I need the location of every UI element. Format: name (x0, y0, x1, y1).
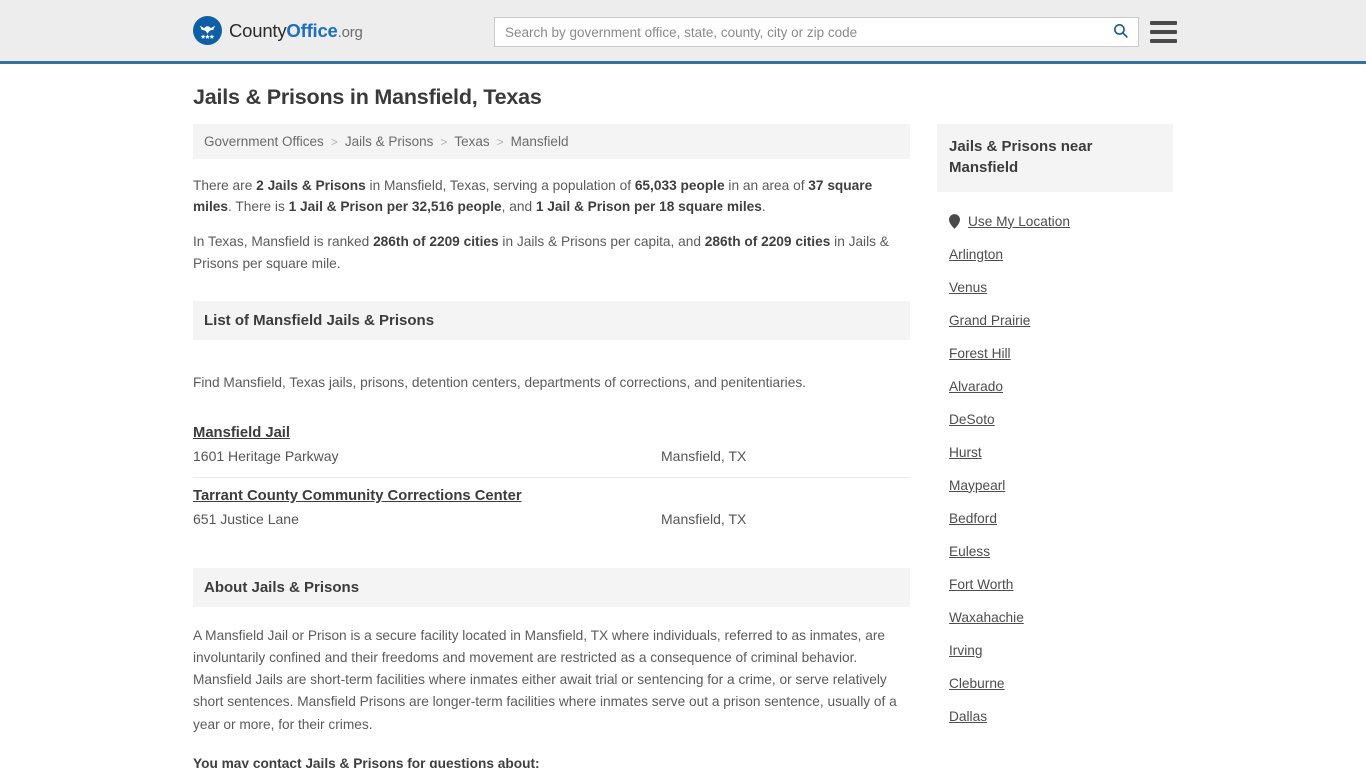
map-pin-icon (949, 213, 960, 229)
sidebar-item-label[interactable]: Grand Prairie (949, 313, 1030, 328)
search-bar[interactable] (494, 17, 1139, 47)
listing-address: 1601 Heritage Parkway (193, 447, 339, 464)
brand-text-county: County (229, 19, 287, 41)
brand-text-org: .org (337, 23, 363, 41)
listing-address: 651 Justice Lane (193, 510, 299, 527)
about-section-heading: About Jails & Prisons (193, 567, 910, 607)
stat-value: 1 Jail & Prison per 18 square miles (535, 199, 762, 215)
sidebar-item-label[interactable]: Irving (949, 643, 982, 658)
menu-bar-3 (1150, 39, 1177, 43)
intro-paragraph-2: In Texas, Mansfield is ranked 286th of 2… (193, 231, 910, 273)
intro-statistics: There are 2 Jails & Prisons in Mansfield… (193, 159, 910, 292)
stat-value: 286th of 2209 cities (704, 234, 831, 250)
sidebar-item-label[interactable]: Maypearl (949, 478, 1005, 493)
sidebar-item-irving[interactable]: Irving (937, 634, 1173, 667)
stat-text: , and (501, 199, 536, 215)
eagle-stars-emblem-icon (193, 16, 222, 45)
page-body: Jails & Prisons in Mansfield, Texas Gove… (0, 64, 1366, 768)
stat-text: in Mansfield, Texas, serving a populatio… (365, 178, 635, 193)
breadcrumb-item-3[interactable]: Texas (454, 134, 489, 149)
sidebar-item-label[interactable]: Use My Location (968, 214, 1070, 229)
site-header: CountyOffice.org (0, 0, 1366, 64)
stat-value: 1 Jail & Prison per 32,516 people (288, 199, 502, 215)
sidebar-item-hurst[interactable]: Hurst (937, 436, 1173, 469)
sidebar-item-label[interactable]: Euless (949, 544, 990, 559)
listing-name-link[interactable]: Tarrant County Community Corrections Cen… (193, 488, 522, 504)
stat-text: There are (193, 178, 257, 193)
sidebar-nearby-list: Use My Location Arlington Venus Grand Prair… (937, 192, 1173, 733)
sidebar-item-label[interactable]: Dallas (949, 709, 987, 724)
sidebar-item-label[interactable]: Waxahachie (949, 610, 1024, 625)
stat-value: 65,033 people (634, 178, 725, 193)
sidebar-item-label[interactable]: Bedford (949, 511, 997, 526)
stat-text: . (761, 199, 766, 215)
breadcrumb: Government Offices > Jails & Prisons > Texas… (193, 124, 910, 159)
brand-text-office: Office (286, 19, 338, 41)
sidebar-item-label[interactable]: Hurst (949, 445, 982, 460)
breadcrumb-item-2[interactable]: Jails & Prisons (345, 134, 434, 149)
sidebar-heading: Jails & Prisons near Mansfield (937, 124, 1173, 192)
sidebar-item-label[interactable]: Forest Hill (949, 346, 1011, 361)
sidebar-item-label[interactable]: DeSoto (949, 412, 995, 427)
stat-text: . There is (228, 199, 289, 215)
main-column: Jails & Prisons in Mansfield, Texas Gove… (193, 85, 910, 768)
listings-container: Mansfield Jail 1601 Heritage Parkway Mansf… (193, 415, 910, 540)
sidebar-item-fort-worth[interactable]: Fort Worth (937, 568, 1173, 601)
about-paragraph: A Mansfield Jail or Prison is a secure f… (193, 627, 897, 732)
list-section-heading: List of Mansfield Jails & Prisons (193, 300, 910, 340)
stat-value: 286th of 2209 cities (373, 234, 499, 250)
listing-name-link[interactable]: Mansfield Jail (193, 425, 290, 441)
sidebar-item-label[interactable]: Fort Worth (949, 577, 1013, 592)
sidebar-item-desoto[interactable]: DeSoto (937, 403, 1173, 436)
breadcrumb-separator: > (440, 134, 448, 149)
breadcrumb-separator: > (496, 134, 504, 149)
sidebar: Jails & Prisons near Mansfield Use My Lo… (937, 85, 1173, 768)
sidebar-item-alvarado[interactable]: Alvarado (937, 370, 1173, 403)
listing-city-state: Mansfield, TX (661, 510, 747, 527)
hamburger-menu-icon[interactable] (1150, 18, 1177, 46)
listing-item: Mansfield Jail 1601 Heritage Parkway Mansf… (193, 415, 910, 478)
sidebar-item-label[interactable]: Venus (949, 280, 987, 295)
stat-text: In Texas, Mansfield is ranked (193, 234, 374, 250)
sidebar-item-bedford[interactable]: Bedford (937, 502, 1173, 535)
search-icon (1112, 22, 1129, 42)
sidebar-item-dallas[interactable]: Dallas (937, 700, 1173, 733)
listing-detail-row: 1601 Heritage Parkway Mansfield, TX (193, 448, 910, 464)
sidebar-item-euless[interactable]: Euless (937, 535, 1173, 568)
search-button[interactable] (1102, 18, 1138, 46)
sidebar-item-venus[interactable]: Venus (937, 271, 1173, 304)
search-input[interactable] (495, 18, 1102, 46)
sidebar-item-label[interactable]: Alvarado (949, 379, 1003, 394)
breadcrumb-item-4[interactable]: Mansfield (511, 134, 569, 149)
listing-item: Tarrant County Community Corrections Cen… (193, 478, 910, 540)
sidebar-item-arlington[interactable]: Arlington (937, 238, 1173, 271)
stat-text: in Jails & Prisons per capita, and (498, 234, 705, 250)
sidebar-item-maypearl[interactable]: Maypearl (937, 469, 1173, 502)
sidebar-item-cleburne[interactable]: Cleburne (937, 667, 1173, 700)
listing-city-state: Mansfield, TX (661, 447, 747, 464)
sidebar-item-grand-prairie[interactable]: Grand Prairie (937, 304, 1173, 337)
page-title: Jails & Prisons in Mansfield, Texas (193, 85, 542, 109)
site-logo[interactable]: CountyOffice.org (193, 16, 363, 45)
menu-bar-1 (1150, 21, 1177, 25)
listing-detail-row: 651 Justice Lane Mansfield, TX (193, 511, 910, 527)
stat-value: 2 Jails & Prisons (256, 178, 366, 193)
about-section-body: A Mansfield Jail or Prison is a secure f… (193, 607, 910, 768)
menu-bar-2 (1150, 30, 1177, 34)
intro-paragraph-1: There are 2 Jails & Prisons in Mansfield… (193, 175, 910, 217)
sidebar-item-label[interactable]: Cleburne (949, 676, 1005, 691)
sidebar-item-waxahachie[interactable]: Waxahachie (937, 601, 1173, 634)
list-section-lead: Find Mansfield, Texas jails, prisons, de… (193, 374, 806, 390)
breadcrumb-separator: > (330, 134, 338, 149)
contact-lead: You may contact Jails & Prisons for ques… (193, 755, 540, 768)
stat-text: in an area of (724, 178, 809, 193)
sidebar-item-use-my-location[interactable]: Use My Location (937, 205, 1173, 238)
sidebar-item-forest-hill[interactable]: Forest Hill (937, 337, 1173, 370)
brand-wordmark: CountyOffice.org (229, 20, 363, 42)
sidebar-item-label[interactable]: Arlington (949, 247, 1003, 262)
breadcrumb-item-1[interactable]: Government Offices (204, 134, 324, 149)
